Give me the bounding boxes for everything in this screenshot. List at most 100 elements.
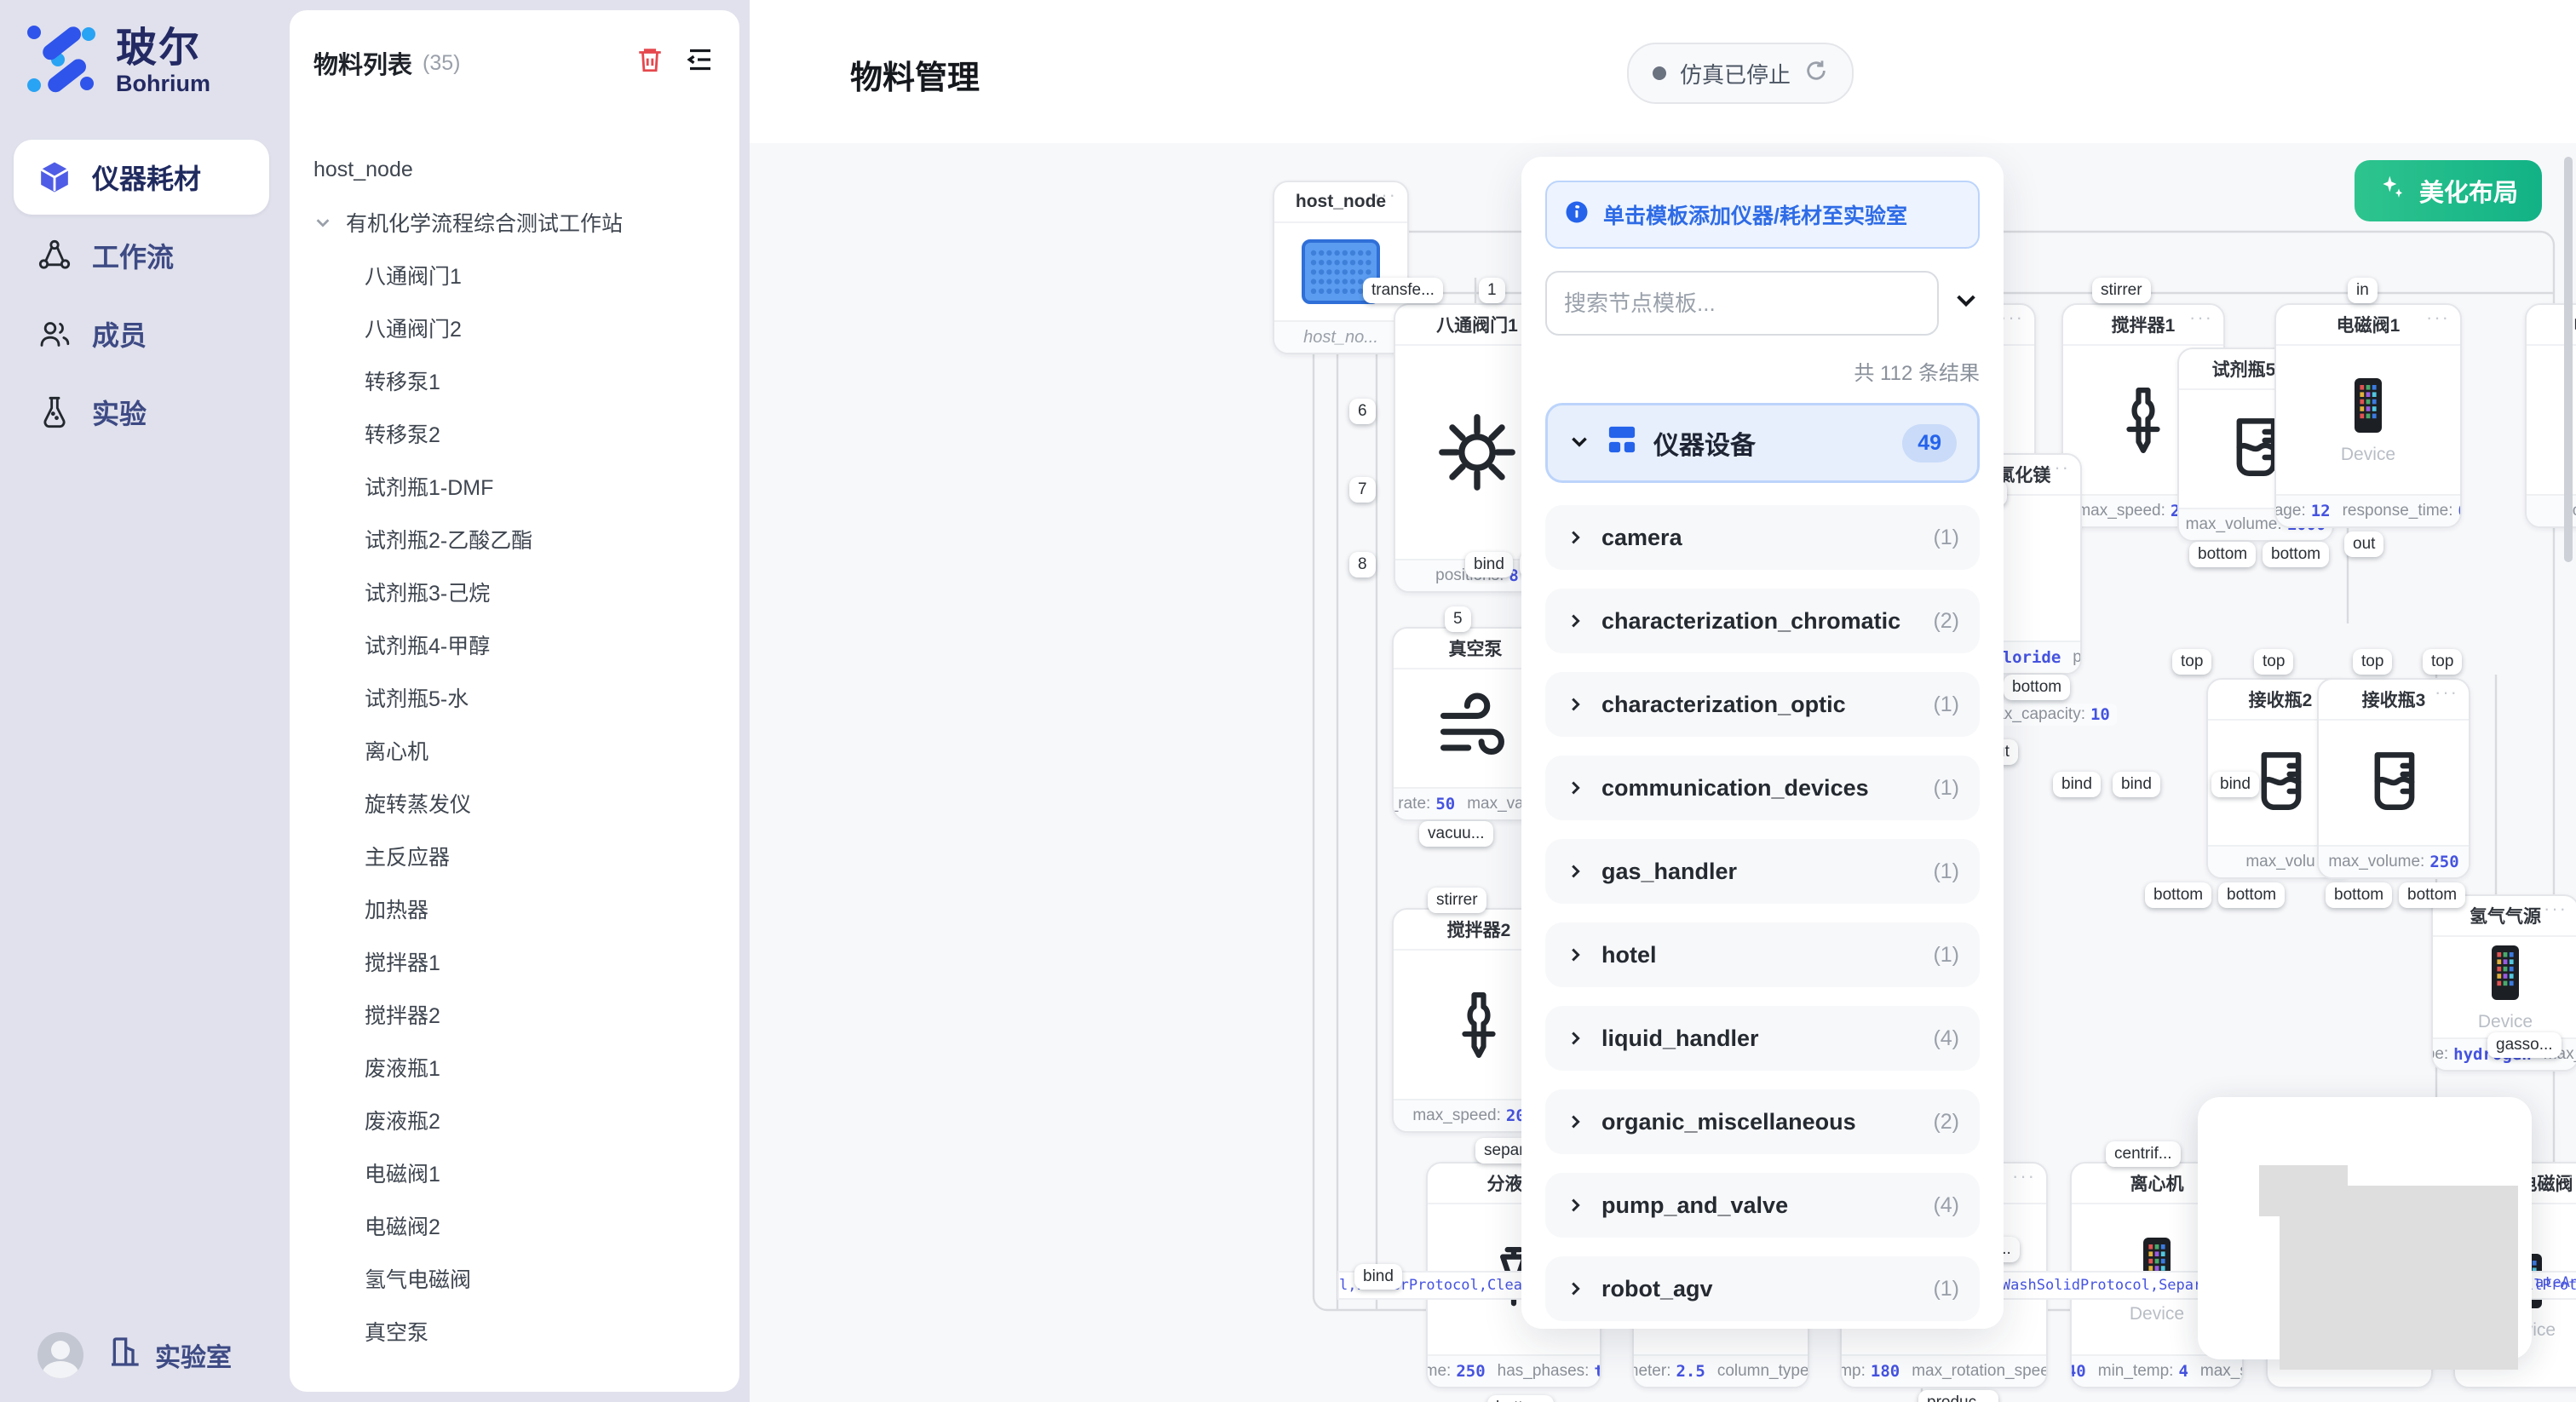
- port-label: bottom: [2004, 675, 2070, 700]
- template-palette: 单击模板添加仪器/耗材至实验室 共 112 条结果 仪器设备 49 camera…: [1521, 157, 2004, 1329]
- collapse-list-icon[interactable]: [685, 44, 716, 82]
- scrollbar-thumb[interactable]: [2564, 157, 2573, 562]
- tree-item[interactable]: 废液瓶2: [290, 1094, 739, 1146]
- port-label: in: [2348, 278, 2378, 303]
- info-icon: [1564, 199, 1590, 231]
- category-count: (1): [1933, 943, 1959, 968]
- delete-icon[interactable]: [635, 45, 664, 81]
- category-pump_and_valve[interactable]: pump_and_valve(4): [1545, 1173, 1980, 1238]
- node-title: 氢气气源: [2470, 903, 2541, 928]
- node-menu-icon[interactable]: ···: [2544, 898, 2567, 920]
- tree-item[interactable]: host_node: [290, 143, 739, 196]
- tree-item[interactable]: 转移泵1: [290, 354, 739, 407]
- node-menu-icon[interactable]: ···: [2000, 307, 2024, 329]
- flow-node[interactable]: 接收瓶3···max_volume:250: [2317, 678, 2470, 879]
- category-robot_agv[interactable]: robot_agv(1): [1545, 1256, 1980, 1321]
- category-name: gas_handler: [1601, 859, 1737, 885]
- tree-item-label: 搅拌器1: [365, 946, 440, 977]
- category-liquid_handler[interactable]: liquid_handler(4): [1545, 1006, 1980, 1071]
- node-menu-icon[interactable]: ···: [2567, 1165, 2576, 1187]
- tree-item[interactable]: 试剂瓶2-乙酸乙酯: [290, 513, 739, 566]
- prop-value: 50: [1435, 795, 1455, 813]
- chevron-down-icon[interactable]: [1952, 286, 1980, 320]
- sidebar-item-members[interactable]: 成员: [14, 296, 269, 371]
- tree-item-label: 转移泵1: [365, 365, 440, 396]
- prop-value: 40: [2072, 1362, 2086, 1381]
- tree-item[interactable]: 搅拌器1: [290, 935, 739, 988]
- sidebar-item-experiments[interactable]: 实验: [14, 375, 269, 450]
- tree-item[interactable]: 试剂瓶1-DMF: [290, 460, 739, 513]
- port-label: 7: [1349, 477, 1376, 503]
- category-count: (1): [1933, 1277, 1959, 1301]
- node-menu-icon[interactable]: ···: [2435, 681, 2458, 704]
- category-characterization_chromatic[interactable]: characterization_chromatic(2): [1545, 589, 1980, 653]
- tree-item[interactable]: 试剂瓶3-己烷: [290, 566, 739, 618]
- node-title: 接收瓶3: [2362, 687, 2426, 712]
- sidebar-item-label: 成员: [92, 314, 147, 353]
- node-menu-icon[interactable]: ···: [2189, 307, 2213, 329]
- tree-item-label: 试剂瓶1-DMF: [365, 471, 493, 502]
- tree-item[interactable]: 加热器: [290, 882, 739, 935]
- tree-item[interactable]: 氢气电磁阀: [290, 1252, 739, 1305]
- flow-node[interactable]: 电磁阀1···Devicevoltage:12response_time:0.1: [2274, 303, 2462, 528]
- refresh-icon[interactable]: [1804, 59, 1828, 89]
- port-label: stirrer: [2092, 278, 2151, 303]
- category-characterization_optic[interactable]: characterization_optic(1): [1545, 672, 1980, 737]
- status-dot-icon: [1653, 66, 1666, 80]
- tree-item[interactable]: 有机化学流程综合测试工作站: [290, 196, 739, 249]
- node-title: 离心机: [2130, 1170, 2184, 1196]
- sidebar-item-lab[interactable]: 实验室: [107, 1335, 232, 1376]
- tree-item[interactable]: 搅拌器2: [290, 988, 739, 1041]
- tree-item-label: 八通阀门2: [365, 313, 462, 343]
- tree-item[interactable]: 主反应器: [290, 830, 739, 882]
- tree-item[interactable]: 试剂瓶5-水: [290, 671, 739, 724]
- tree-item[interactable]: 试剂瓶4-甲醇: [290, 618, 739, 671]
- node-title: 电磁阀2: [2573, 312, 2576, 337]
- flow-node[interactable]: host_node···host_no...: [1273, 181, 1409, 354]
- tree-item[interactable]: 真空泵: [290, 1305, 739, 1358]
- category-gas_handler[interactable]: gas_handler(1): [1545, 839, 1980, 904]
- materials-title: 物料列表: [313, 45, 412, 81]
- search-input[interactable]: [1545, 271, 1939, 336]
- node-menu-icon[interactable]: ···: [2426, 307, 2450, 329]
- tree-item[interactable]: 离心机: [290, 724, 739, 777]
- sidebar-lab-label: 实验室: [155, 1336, 232, 1374]
- category-hotel[interactable]: hotel(1): [1545, 922, 1980, 987]
- prop-key: max_speed:: [2077, 502, 2165, 520]
- tree-item[interactable]: 八通阀门1: [290, 249, 739, 302]
- prop-key: min_temp:: [2098, 1362, 2174, 1381]
- category-organic_miscellaneous[interactable]: organic_miscellaneous(2): [1545, 1089, 1980, 1154]
- node-menu-icon[interactable]: ···: [1373, 184, 1397, 206]
- tree-item-label: 有机化学流程综合测试工作站: [346, 207, 623, 238]
- prop-key: max_volu: [2245, 853, 2314, 871]
- sidebar-item-instruments[interactable]: 仪器耗材: [14, 140, 269, 215]
- group-count-badge: 49: [1902, 424, 1957, 463]
- port-label: produc...: [1918, 1390, 1998, 1402]
- prop-value: 2.5: [1676, 1362, 1705, 1381]
- node-menu-icon[interactable]: ···: [2046, 457, 2070, 479]
- category-communication_devices[interactable]: communication_devices(1): [1545, 756, 1980, 820]
- group-instruments[interactable]: 仪器设备 49: [1545, 403, 1980, 483]
- simulation-status[interactable]: 仿真已停止: [1627, 43, 1854, 104]
- port-label: bind: [1354, 1264, 1402, 1290]
- tree-item[interactable]: 电磁阀1: [290, 1146, 739, 1199]
- tree-item[interactable]: 转移泵2: [290, 407, 739, 460]
- category-camera[interactable]: camera(1): [1545, 505, 1980, 570]
- tree-item-label: 氢气电磁阀: [365, 1263, 471, 1294]
- avatar[interactable]: [37, 1332, 83, 1378]
- tree-item[interactable]: 旋转蒸发仪: [290, 777, 739, 830]
- minimap[interactable]: [2198, 1097, 2532, 1359]
- port-label: bind: [2053, 772, 2101, 797]
- chevron-down-icon[interactable]: [313, 213, 332, 232]
- prop-key: max_rotation_speed:: [1912, 1362, 2046, 1381]
- port-label: stirrer: [1428, 888, 1486, 913]
- device-label: Device: [2478, 1012, 2533, 1032]
- chevron-right-icon: [1566, 779, 1584, 797]
- beautify-layout-button[interactable]: 美化布局: [2355, 160, 2542, 221]
- tree-item[interactable]: 电磁阀2: [290, 1199, 739, 1252]
- sidebar-item-workflow[interactable]: 工作流: [14, 218, 269, 293]
- node-menu-icon[interactable]: ···: [2012, 1165, 2036, 1187]
- tree-item[interactable]: 八通阀门2: [290, 302, 739, 354]
- tree-item[interactable]: 废液瓶1: [290, 1041, 739, 1094]
- topbar: 物料管理 仿真已停止 开启仿真下载配置保存配置: [750, 0, 2576, 143]
